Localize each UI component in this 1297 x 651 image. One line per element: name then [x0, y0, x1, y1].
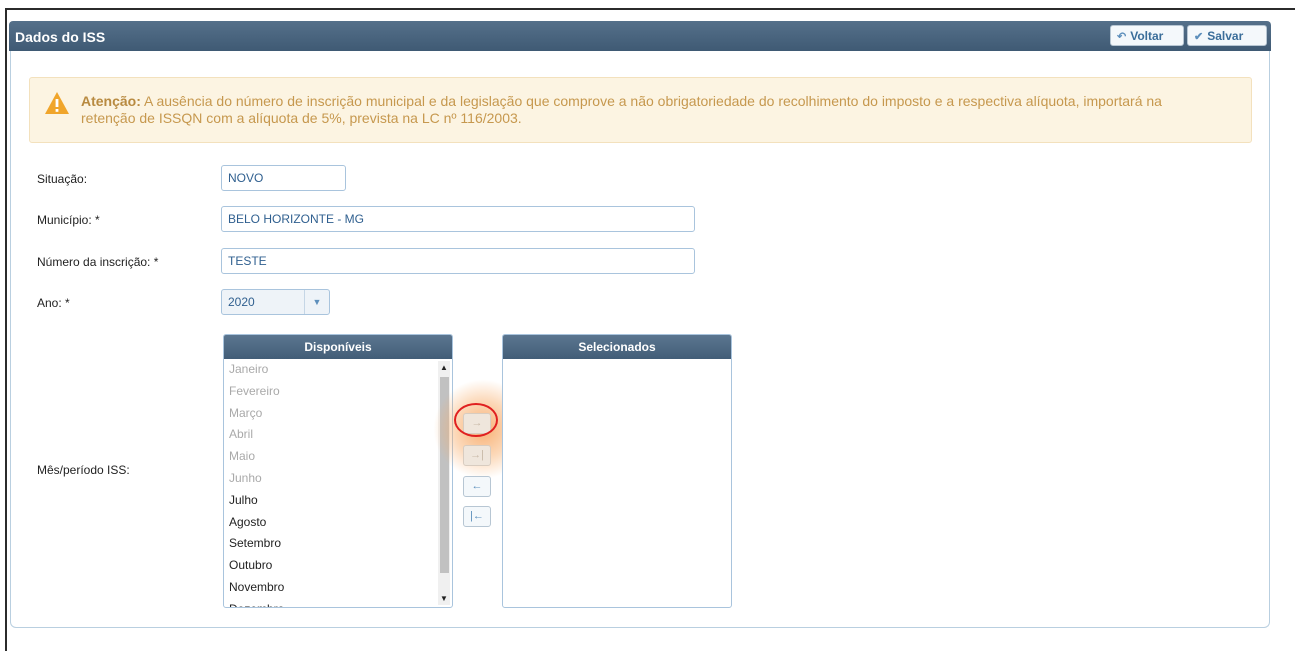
ano-value: 2020: [228, 295, 255, 309]
list-item: Março: [229, 405, 263, 420]
warning-alert: Atenção: A ausência do número de inscriç…: [29, 77, 1252, 143]
salvar-button[interactable]: ✔ Salvar: [1187, 25, 1267, 46]
warning-icon: [45, 92, 69, 114]
scroll-up-icon[interactable]: ▲: [438, 363, 450, 372]
click-highlight-ring: [454, 403, 498, 437]
list-item[interactable]: Outubro: [229, 555, 452, 577]
window-border-left: [5, 8, 7, 651]
list-item: Fevereiro: [229, 383, 280, 398]
list-item[interactable]: Julho: [229, 490, 452, 512]
voltar-button[interactable]: ↶ Voltar: [1110, 25, 1184, 46]
move-all-right-button[interactable]: →|: [463, 445, 491, 466]
salvar-label: Salvar: [1207, 29, 1244, 43]
mes-periodo-label: Mês/período ISS:: [37, 463, 130, 477]
available-items: Janeiro Fevereiro Março Abril Maio Junho Julho…: [224, 359, 452, 607]
move-left-button[interactable]: ←: [463, 476, 491, 497]
available-list[interactable]: Disponíveis Janeiro Fevereiro Março Abril Ma…: [223, 334, 453, 608]
list-item[interactable]: Dezembro: [229, 599, 452, 607]
undo-icon: ↶: [1117, 31, 1127, 43]
list-item: Janeiro: [229, 362, 269, 376]
inscricao-field[interactable]: TESTE: [221, 248, 695, 274]
move-all-left-button[interactable]: |←: [463, 506, 491, 527]
list-item: Abril: [229, 427, 254, 442]
alert-strong: Atenção:: [81, 93, 141, 109]
municipio-field[interactable]: BELO HORIZONTE - MG: [221, 206, 695, 232]
selected-list-header: Selecionados: [503, 335, 731, 359]
inscricao-label: Número da inscrição: *: [37, 255, 159, 269]
list-item[interactable]: Setembro: [229, 533, 452, 555]
voltar-label: Voltar: [1130, 29, 1164, 43]
selected-list[interactable]: Selecionados: [502, 334, 732, 608]
situacao-field: NOVO: [221, 165, 346, 191]
alert-text: Atenção: A ausência do número de inscriç…: [81, 93, 1201, 127]
list-item: Maio: [229, 449, 256, 464]
scroll-down-icon[interactable]: ▼: [438, 594, 450, 603]
municipio-label: Município: *: [37, 213, 100, 227]
list-item[interactable]: Agosto: [229, 512, 452, 534]
list-item: Junho: [229, 470, 262, 485]
list-item[interactable]: Novembro: [229, 577, 452, 599]
chevron-down-icon[interactable]: ▼: [304, 290, 329, 314]
available-list-header: Disponíveis: [224, 335, 452, 359]
ano-select[interactable]: 2020 ▼: [221, 289, 330, 315]
panel-header: Dados do ISS ↶ Voltar ✔ Salvar: [9, 21, 1271, 51]
check-icon: ✔: [1194, 31, 1204, 43]
alert-message: A ausência do número de inscrição munici…: [81, 93, 1162, 126]
window-border-top: [5, 8, 1295, 10]
ano-label: Ano: *: [37, 296, 70, 310]
panel-title: Dados do ISS: [15, 29, 106, 45]
situacao-label: Situação:: [37, 172, 88, 186]
